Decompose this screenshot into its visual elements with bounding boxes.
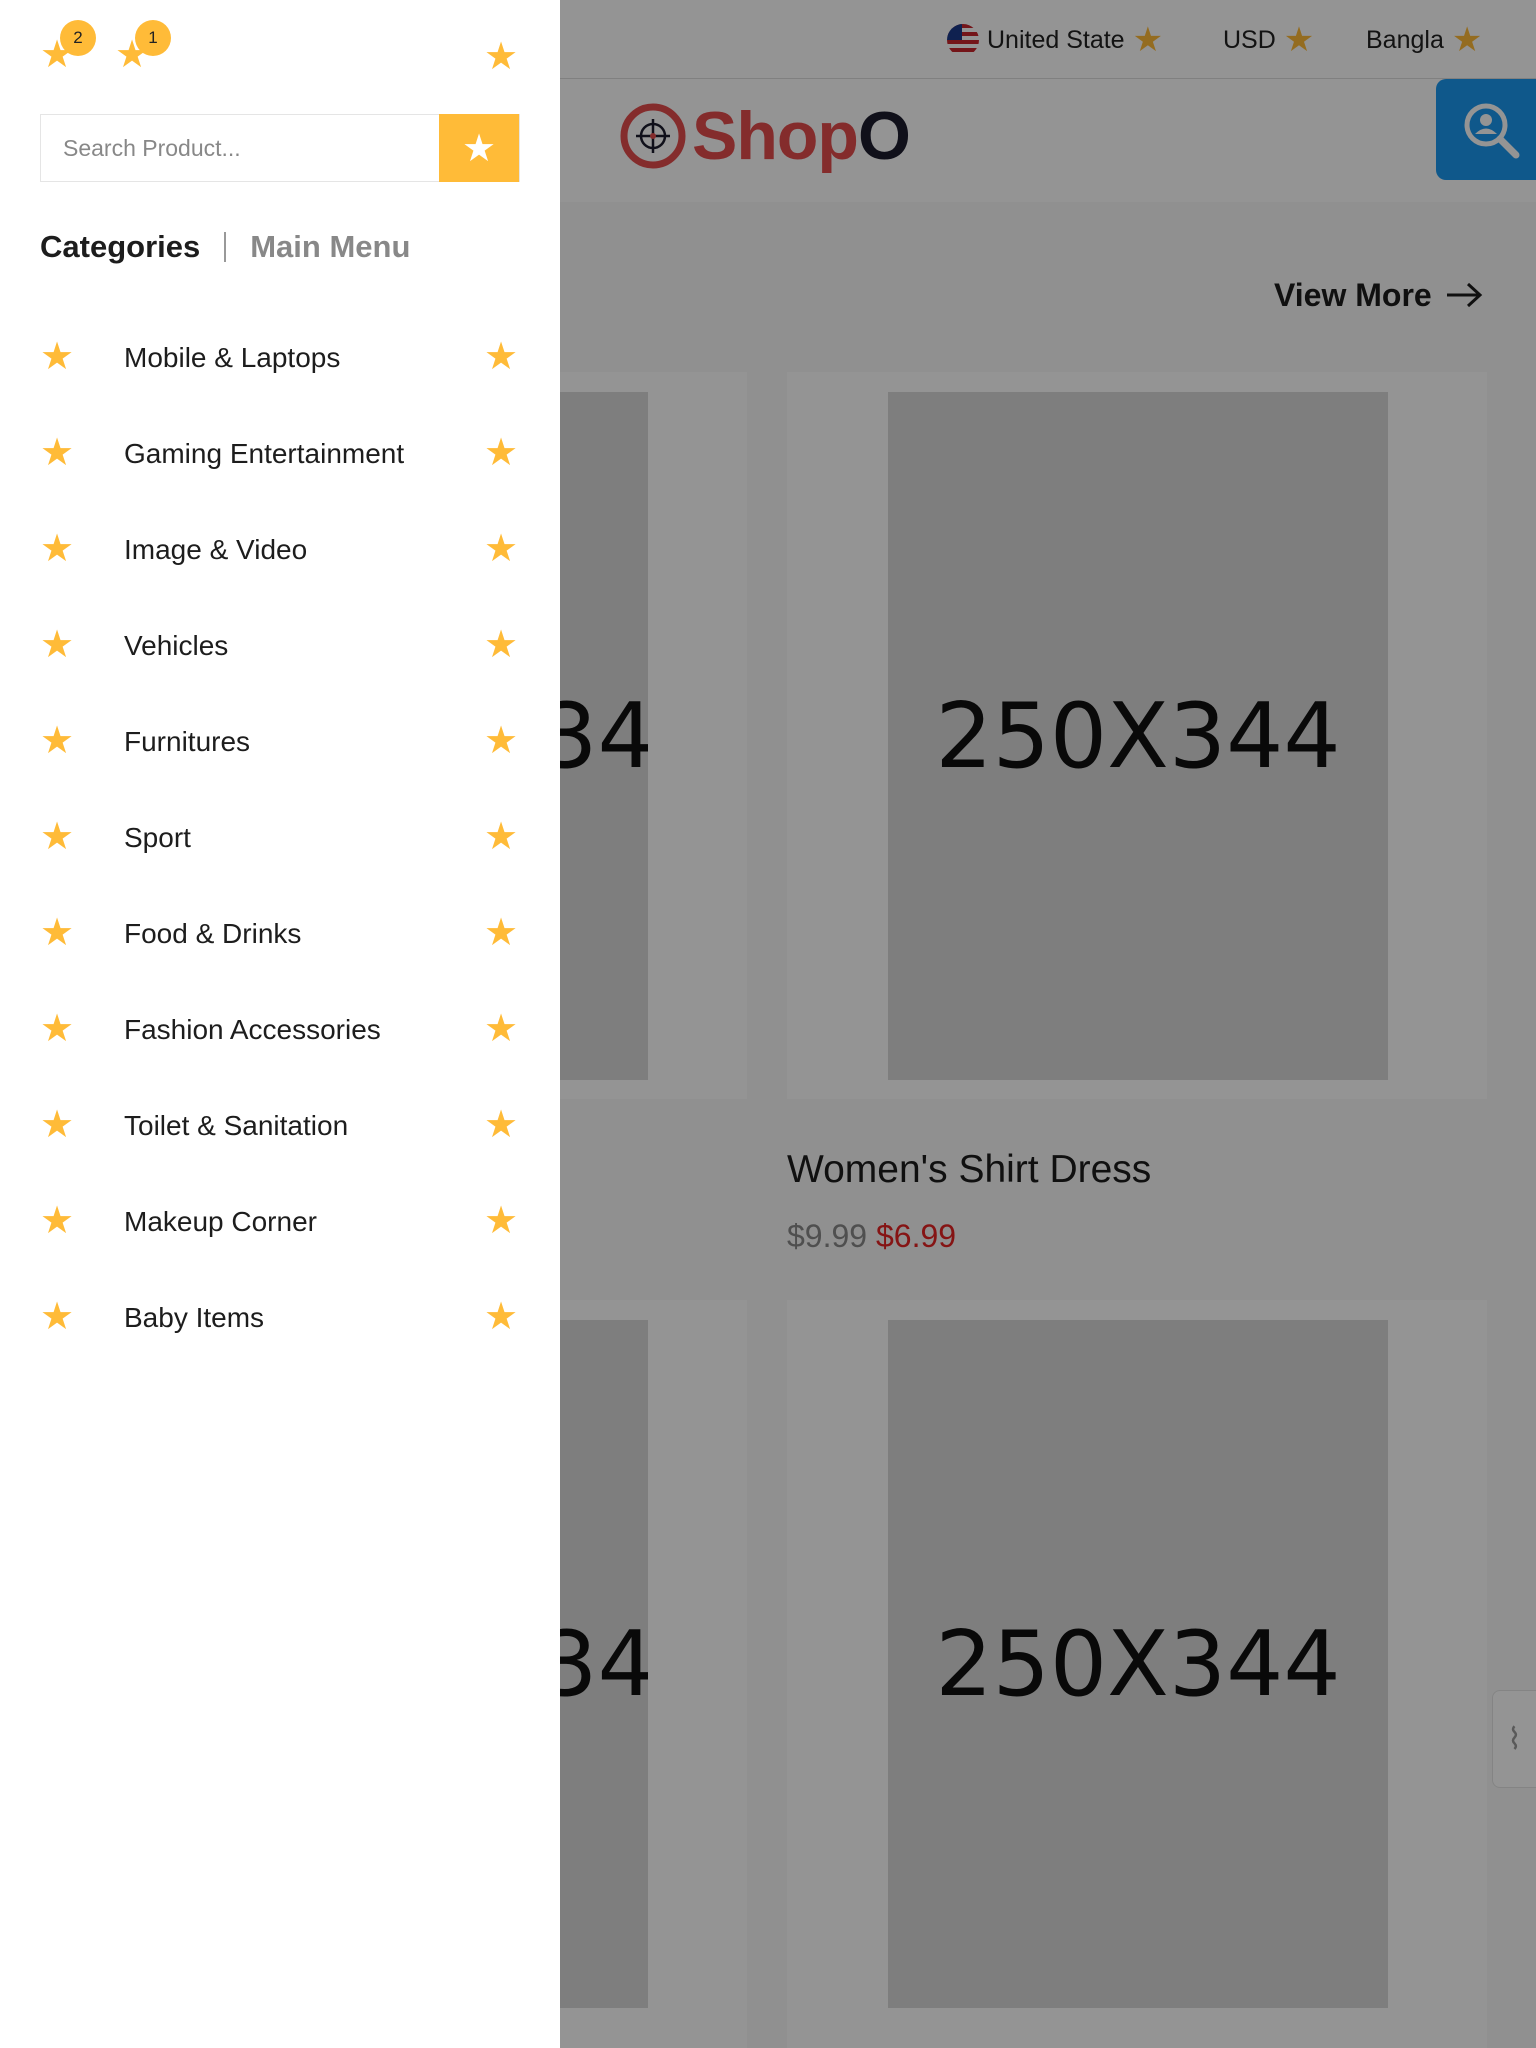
star-icon: ★ [484,912,519,954]
category-item[interactable]: ★ Furnitures ★ [0,694,560,790]
category-label: Image & Video [124,534,308,565]
wishlist-button[interactable]: ★ 2 [40,20,96,74]
category-item[interactable]: ★ Toilet & Sanitation ★ [0,1078,560,1174]
category-item[interactable]: ★ Mobile & Laptops ★ [0,310,560,406]
tab-main-menu[interactable]: Main Menu [250,229,410,265]
category-item[interactable]: ★ Food & Drinks ★ [0,886,560,982]
star-icon: ★ [484,432,519,474]
category-label: Baby Items [124,1302,265,1333]
category-item[interactable]: ★ Gaming Entertainment ★ [0,406,560,502]
search-bar: ★ [40,114,520,182]
category-list: ★ Mobile & Laptops ★ ★ Gaming Entertainment… [0,310,560,1366]
star-icon: ★ [40,1200,75,1242]
star-icon: ★ [40,432,75,474]
mobile-drawer: ★ 2 ★ 1 ★ ★ Categories Main Menu ★ Mobile… [0,0,560,2048]
star-icon: ★ [40,1296,75,1338]
star-icon: ★ [40,1008,75,1050]
category-label: Mobile & Laptops [124,342,341,373]
star-icon: ★ [484,528,519,570]
star-icon: ★ [40,624,75,666]
star-icon: ★ [40,912,75,954]
star-icon: ★ [40,720,75,762]
category-label: Sport [124,822,191,853]
category-label: Food & Drinks [124,918,302,949]
tab-categories[interactable]: Categories [40,229,200,265]
category-label: Toilet & Sanitation [124,1110,349,1141]
category-label: Gaming Entertainment [124,438,405,469]
category-item[interactable]: ★ Fashion Accessories ★ [0,982,560,1078]
close-drawer-star-icon[interactable]: ★ [484,38,518,76]
category-item[interactable]: ★ Baby Items ★ [0,1270,560,1366]
drawer-tabs: Categories Main Menu [40,226,410,268]
star-icon: ★ [484,1296,519,1338]
star-icon: ★ [484,1008,519,1050]
category-label: Vehicles [124,630,229,661]
tab-divider [224,232,227,262]
wishlist-count-badge: 2 [60,20,96,56]
cart-count-badge: 1 [135,20,171,56]
cart-button[interactable]: ★ 1 [115,20,171,74]
category-item[interactable]: ★ Makeup Corner ★ [0,1174,560,1270]
category-label: Makeup Corner [124,1206,317,1237]
star-icon: ★ [484,1104,519,1146]
star-icon: ★ [461,127,497,170]
search-input[interactable] [41,115,439,181]
star-icon: ★ [40,816,75,858]
star-icon: ★ [40,528,75,570]
search-button[interactable]: ★ [439,114,519,182]
star-icon: ★ [40,336,75,378]
category-item[interactable]: ★ Vehicles ★ [0,598,560,694]
star-icon: ★ [484,720,519,762]
category-label: Furnitures [124,726,251,757]
star-icon: ★ [484,816,519,858]
star-icon: ★ [484,624,519,666]
category-item[interactable]: ★ Sport ★ [0,790,560,886]
star-icon: ★ [484,336,519,378]
category-item[interactable]: ★ Image & Video ★ [0,502,560,598]
star-icon: ★ [40,1104,75,1146]
star-icon: ★ [484,1200,519,1242]
category-label: Fashion Accessories [124,1014,381,1045]
